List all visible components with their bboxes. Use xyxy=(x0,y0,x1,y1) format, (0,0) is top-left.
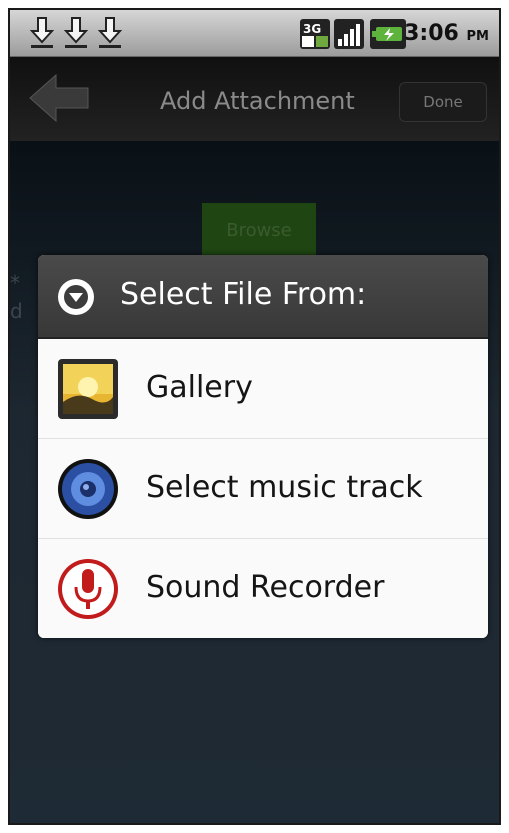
dialog-title: Select File From: xyxy=(120,277,367,312)
status-bar: 3G 3:06 PM xyxy=(10,10,499,57)
option-sound-recorder[interactable]: Sound Recorder xyxy=(38,539,488,638)
download-icon xyxy=(30,17,54,48)
select-file-dialog: Select File From: Gallery Select music t… xyxy=(38,255,488,638)
option-gallery[interactable]: Gallery xyxy=(38,339,488,439)
option-label: Select music track xyxy=(146,470,423,505)
microphone-icon xyxy=(58,559,118,619)
gallery-icon xyxy=(58,359,118,419)
music-speaker-icon xyxy=(58,459,118,519)
option-label: Gallery xyxy=(146,370,253,405)
done-button[interactable]: Done xyxy=(399,82,487,122)
dropdown-circle-icon xyxy=(58,279,94,315)
clock: 3:06 PM xyxy=(404,21,489,46)
battery-icon xyxy=(370,19,406,49)
phone-screen: 3G 3:06 PM Add Attachment Done Browse * … xyxy=(8,8,501,825)
signal-icon xyxy=(334,19,364,49)
3g-icon: 3G xyxy=(300,19,330,49)
dialog-title-bar: Select File From: xyxy=(38,255,488,339)
option-label: Sound Recorder xyxy=(146,570,385,605)
clock-ampm: PM xyxy=(466,29,489,44)
svg-text:3G: 3G xyxy=(303,22,321,36)
page-title: Add Attachment xyxy=(160,87,355,115)
download-icon xyxy=(64,17,88,48)
title-bar: Add Attachment Done xyxy=(10,57,499,141)
clock-time: 3:06 xyxy=(404,21,459,46)
download-icon xyxy=(98,17,122,48)
back-arrow-icon[interactable] xyxy=(28,73,90,123)
option-music-track[interactable]: Select music track xyxy=(38,439,488,539)
